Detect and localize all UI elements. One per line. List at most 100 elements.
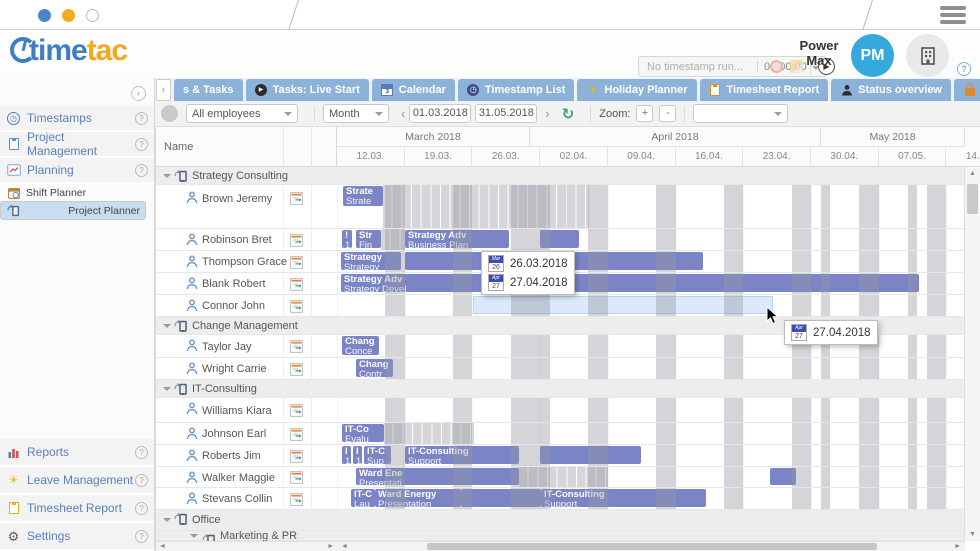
person-row-name[interactable]: Robinson Bret <box>156 229 337 251</box>
tab-holiday-planner[interactable]: ☀Holiday Planner <box>577 79 696 101</box>
tab-activate-account[interactable]: Activate Account <box>954 79 980 101</box>
sidebar-item-planning[interactable]: Planning? <box>0 158 154 184</box>
open-planner-action-icon[interactable] <box>290 493 303 506</box>
view-preset-select[interactable] <box>693 104 788 123</box>
group-row-chart[interactable] <box>337 167 965 185</box>
tab-timestamp-list[interactable]: ◷Timestamp List <box>458 79 575 101</box>
task-bar[interactable]: ChangConce <box>342 336 379 355</box>
person-row-chart[interactable]: StrategyStrategy <box>337 251 965 273</box>
company-button[interactable] <box>906 34 949 77</box>
person-row-name[interactable]: Roberts Jim <box>156 445 337 467</box>
open-planner-action-icon[interactable] <box>290 256 303 269</box>
scroll-left-arrow[interactable]: ◄ <box>159 542 166 551</box>
group-row-name[interactable]: Change Management <box>156 317 337 335</box>
help-icon[interactable]: ? <box>135 474 148 487</box>
person-row-name[interactable]: Connor John <box>156 295 337 317</box>
task-bar[interactable]: I1 <box>353 446 362 464</box>
prev-period-button[interactable]: ‹ <box>397 106 409 121</box>
open-planner-action-icon[interactable] <box>290 278 303 291</box>
scroll-up-arrow[interactable]: ▲ <box>965 170 980 177</box>
vertical-scrollbar[interactable]: ▲ ▼ <box>964 167 980 541</box>
date-to-input[interactable]: 31.05.2018 <box>475 104 537 123</box>
person-row-name[interactable]: Thompson Grace <box>156 251 337 273</box>
group-row-chart[interactable] <box>337 510 965 531</box>
group-row-name[interactable]: Strategy Consulting <box>156 167 337 185</box>
tab-calendar[interactable]: 3Calendar <box>372 79 455 101</box>
open-planner-action-icon[interactable] <box>290 471 303 484</box>
task-bar[interactable]: Ward EnePresentati <box>356 468 519 485</box>
scroll-down-arrow[interactable]: ▼ <box>965 531 980 538</box>
person-row-chart[interactable] <box>337 295 965 317</box>
task-bar[interactable]: !1 <box>342 230 352 248</box>
help-icon[interactable]: ? <box>135 138 148 151</box>
tab-tasks-live-start[interactable]: ▶Tasks: Live Start <box>246 79 369 101</box>
stop-icon[interactable] <box>770 60 783 73</box>
zoom-in-button[interactable]: + <box>636 105 653 122</box>
help-icon[interactable]: ? <box>135 530 148 543</box>
person-row-name[interactable]: Blank Robert <box>156 273 337 295</box>
sidebar-item-settings[interactable]: ⚙Settings? <box>0 523 154 551</box>
person-row-chart[interactable]: Strategy AdvStrategy Devel <box>337 273 965 295</box>
person-row-name[interactable]: Brown Jeremy <box>156 185 337 229</box>
group-row-name[interactable]: Office <box>156 510 337 531</box>
person-row-chart[interactable]: I1I1IT-CSupIT-ConsultingSupport <box>337 445 965 467</box>
chevron-down-icon[interactable] <box>163 518 171 522</box>
group-row-chart[interactable] <box>337 380 965 398</box>
employee-avatar-placeholder[interactable] <box>161 105 178 122</box>
person-row-name[interactable]: Wright Carrie <box>156 358 337 380</box>
zoom-out-button[interactable]: - <box>659 105 676 122</box>
sidebar-item-leave-management[interactable]: ☀Leave Management? <box>0 467 154 495</box>
help-icon[interactable]: ? <box>135 446 148 459</box>
scroll-right-arrow[interactable]: ► <box>954 542 961 551</box>
employee-filter-select[interactable]: All employees <box>186 104 298 123</box>
person-row-chart[interactable]: StrateStrate <box>337 185 965 229</box>
help-icon[interactable]: ? <box>135 502 148 515</box>
person-row-name[interactable]: Taylor Jay <box>156 335 337 358</box>
sidebar-item-project-planner[interactable]: Project Planner <box>0 201 146 220</box>
person-row-chart[interactable]: Ward EnePresentati <box>337 467 965 488</box>
tab-status-overview[interactable]: Status overview <box>831 79 951 101</box>
person-row-chart[interactable]: ChangContr <box>337 358 965 380</box>
task-bar[interactable]: StrFin <box>356 230 381 248</box>
scroll-right-arrow[interactable]: ► <box>327 542 334 551</box>
help-icon[interactable]: ? <box>957 62 971 76</box>
person-row-chart[interactable]: IT-CLauWard EnergyPresentationIT-Consult… <box>337 488 965 510</box>
sidebar-item-reports[interactable]: Reports? <box>0 439 154 467</box>
open-planner-action-icon[interactable] <box>290 363 303 376</box>
tab-s-tasks[interactable]: s & Tasks <box>174 79 243 101</box>
tab-scroll-left-button[interactable]: ‹ <box>156 79 171 101</box>
window-dot-yellow[interactable] <box>62 9 75 22</box>
person-row-name[interactable]: Walker Maggie <box>156 467 337 488</box>
sidebar-item-timestamps[interactable]: ◷Timestamps? <box>0 106 154 132</box>
name-panel-hscrollbar[interactable]: ◄ ► <box>156 541 337 551</box>
next-period-button[interactable]: › <box>541 106 553 121</box>
chevron-down-icon[interactable] <box>163 324 171 328</box>
open-planner-action-icon[interactable] <box>290 234 303 247</box>
chevron-down-icon[interactable] <box>163 174 171 178</box>
group-row-name[interactable]: IT-Consulting <box>156 380 337 398</box>
person-row-name[interactable]: Johnson Earl <box>156 423 337 445</box>
vertical-scroll-thumb[interactable] <box>967 184 978 214</box>
task-bar[interactable]: IT-CoEvalu <box>342 424 384 442</box>
open-planner-action-icon[interactable] <box>290 340 303 353</box>
open-planner-action-icon[interactable] <box>290 428 303 441</box>
chart-scroll-thumb[interactable] <box>427 543 877 550</box>
sidebar-collapse-button[interactable]: ‹ <box>131 86 146 101</box>
help-icon[interactable]: ? <box>135 164 148 177</box>
task-bar[interactable]: StrateStrate <box>343 186 383 206</box>
task-bar[interactable]: I1 <box>342 446 351 464</box>
task-bar[interactable]: Strategy AdvStrategy Devel <box>341 274 919 292</box>
group-row-name[interactable]: Marketing & PR <box>156 531 337 541</box>
person-row-name[interactable]: Stevans Collin <box>156 488 337 510</box>
avatar[interactable]: PM <box>851 34 894 77</box>
sidebar-item-project-management[interactable]: Project Management? <box>0 132 154 158</box>
refresh-range-button[interactable]: ↻ <box>562 105 575 123</box>
group-row-chart[interactable] <box>337 531 965 541</box>
open-planner-action-icon[interactable] <box>290 450 303 463</box>
scroll-left-arrow[interactable]: ◄ <box>341 542 348 551</box>
open-planner-action-icon[interactable] <box>290 404 303 417</box>
help-icon[interactable]: ? <box>135 112 148 125</box>
window-dot-blue[interactable] <box>38 9 51 22</box>
open-planner-action-icon[interactable] <box>290 192 303 205</box>
person-row-chart[interactable]: !1StrFinStrategy AdvBusiness Plan <box>337 229 965 251</box>
